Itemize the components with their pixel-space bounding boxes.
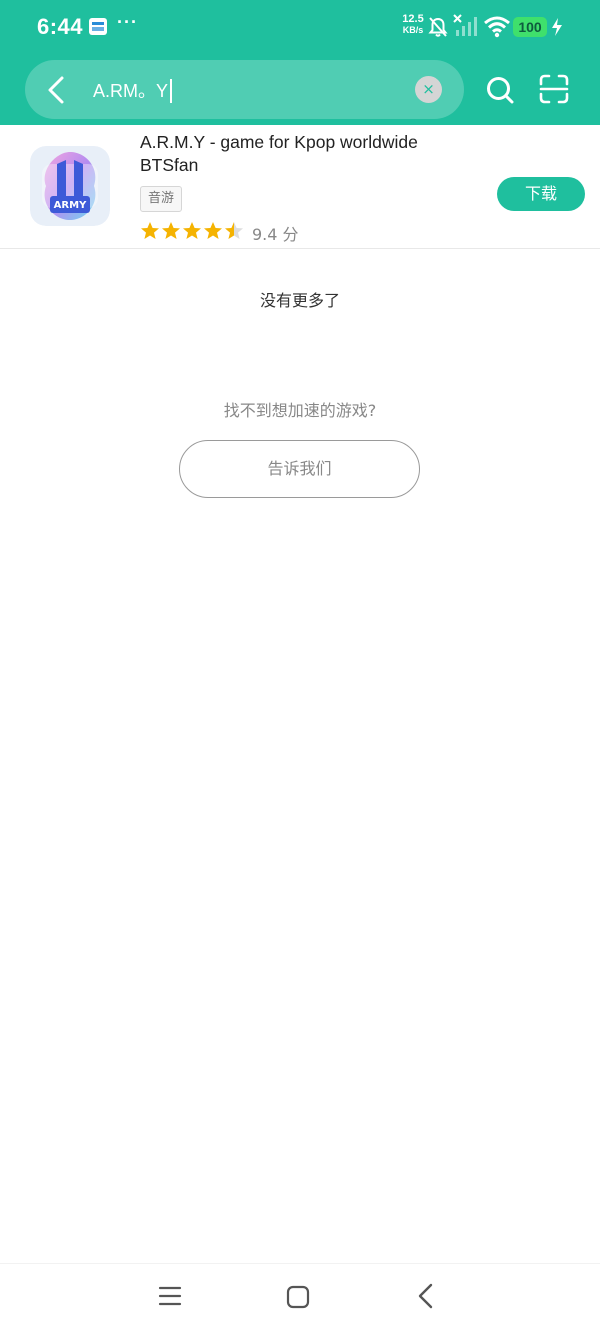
clear-search-icon[interactable]: × xyxy=(415,76,442,103)
tell-us-button[interactable]: 告诉我们 xyxy=(179,440,420,498)
star-full-icon xyxy=(162,222,180,239)
scan-icon[interactable] xyxy=(539,74,569,104)
home-icon[interactable] xyxy=(286,1285,310,1309)
rating-score: 9.4 分 xyxy=(252,225,299,244)
star-full-icon xyxy=(183,222,201,239)
app-title[interactable]: A.R.M.Y - game for Kpop worldwide BTSfan xyxy=(140,131,470,177)
not-found-text: 找不到想加速的游戏? xyxy=(223,401,377,420)
signal-icon xyxy=(453,14,477,36)
wifi-icon xyxy=(484,16,510,38)
no-more-text: 没有更多了 xyxy=(259,291,340,310)
star-full-icon xyxy=(141,222,159,239)
search-input[interactable]: A.RM。Y xyxy=(93,77,168,103)
mute-icon xyxy=(428,17,448,37)
network-speed: 12.5 KB/s xyxy=(402,13,424,36)
category-tag: 音游 xyxy=(140,186,182,212)
calendar-notification-icon xyxy=(89,18,107,35)
back-icon[interactable] xyxy=(416,1283,436,1309)
status-bar: 6:44 ··· 12.5 KB/s 100 xyxy=(0,0,600,55)
download-button[interactable]: 下载 xyxy=(497,177,585,211)
svg-text:ARMY: ARMY xyxy=(54,200,87,211)
menu-icon[interactable] xyxy=(158,1285,182,1307)
search-bar[interactable] xyxy=(25,60,464,119)
text-cursor xyxy=(170,79,172,103)
charging-icon xyxy=(552,18,562,36)
status-time: 6:44 xyxy=(37,14,84,39)
back-arrow-icon[interactable] xyxy=(43,74,71,106)
army-app-icon[interactable]: ARMY xyxy=(30,146,110,226)
more-notifications-icon: ··· xyxy=(117,12,138,32)
battery-icon: 100 xyxy=(513,17,547,37)
search-icon[interactable] xyxy=(485,75,515,105)
star-half-icon xyxy=(225,222,243,239)
star-full-icon xyxy=(204,222,222,239)
